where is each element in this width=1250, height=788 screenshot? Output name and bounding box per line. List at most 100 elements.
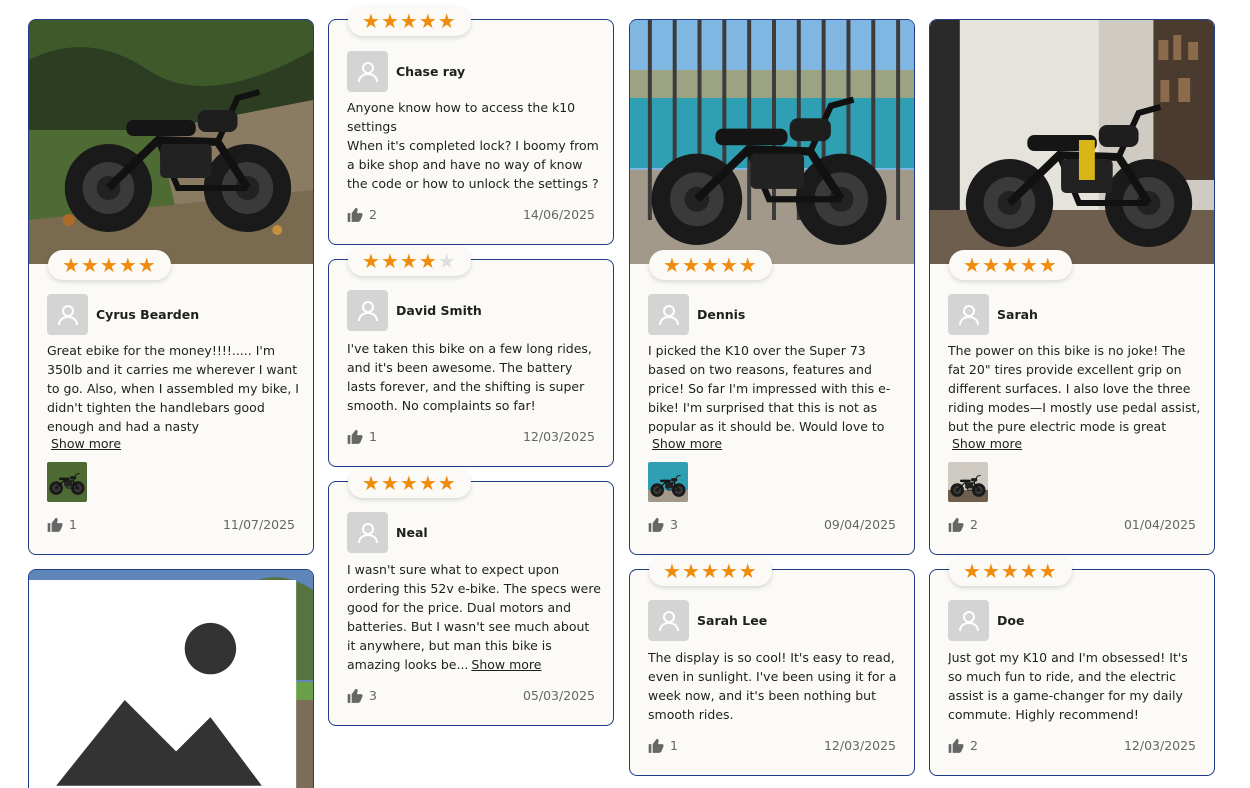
- review-card[interactable]: ★ ★ ★ ★ ★ Cyrus Bearden Great ebike for the …: [28, 19, 314, 555]
- reviewer-name: Dennis: [697, 307, 746, 322]
- review-footer: 2 14/06/2025: [347, 207, 595, 222]
- like-button[interactable]: 3: [347, 688, 377, 703]
- reviewer: Doe: [948, 600, 1024, 641]
- like-button[interactable]: 2: [347, 207, 377, 222]
- star-rating: ★ ★ ★ ★ ★: [949, 556, 1072, 586]
- reviewer-name: Sarah: [997, 307, 1038, 322]
- reviewer: Sarah Lee: [648, 600, 767, 641]
- review-photo[interactable]: [930, 20, 1214, 264]
- review-photo[interactable]: [630, 20, 914, 264]
- like-count: 1: [69, 517, 77, 532]
- star-icon: ★: [380, 471, 400, 495]
- like-count: 3: [369, 688, 377, 703]
- star-icon: ★: [981, 559, 1001, 583]
- review-footer: 1 12/03/2025: [347, 429, 595, 444]
- star-icon: ★: [719, 253, 739, 277]
- thumbs-up-icon: [948, 517, 964, 532]
- star-icon: ★: [681, 253, 701, 277]
- star-icon: ★: [380, 9, 400, 33]
- star-icon: ★: [738, 253, 758, 277]
- review-photo[interactable]: [29, 570, 313, 788]
- review-footer: 3 09/04/2025: [648, 517, 896, 532]
- reviewer: David Smith: [347, 290, 482, 331]
- star-rating: ★ ★ ★ ★ ★: [348, 246, 471, 276]
- like-button[interactable]: 3: [648, 517, 678, 532]
- review-date: 14/06/2025: [522, 207, 595, 222]
- user-icon: [648, 294, 689, 335]
- star-icon: ★: [1038, 559, 1058, 583]
- star-icon: ★: [118, 253, 138, 277]
- like-button[interactable]: 2: [948, 517, 978, 532]
- star-icon: ★: [1000, 253, 1020, 277]
- star-icon: ★: [418, 249, 438, 273]
- user-icon: [347, 51, 388, 92]
- like-button[interactable]: 2: [948, 738, 978, 753]
- thumbs-up-icon: [47, 517, 63, 532]
- thumbs-up-icon: [648, 738, 664, 753]
- star-rating: ★ ★ ★ ★ ★: [949, 250, 1072, 280]
- reviewer-name: David Smith: [396, 303, 482, 318]
- review-text: I've taken this bike on a few long rides…: [347, 341, 592, 413]
- like-button[interactable]: 1: [47, 517, 77, 532]
- review-date: 12/03/2025: [522, 429, 595, 444]
- review-text: Just got my K10 and I'm obsessed! It's s…: [948, 650, 1188, 722]
- like-count: 2: [369, 207, 377, 222]
- review-card[interactable]: ★ ★ ★ ★ ★ Dennis I picked the K10 over the S…: [629, 19, 915, 555]
- review-photo[interactable]: [29, 20, 313, 264]
- star-icon: ★: [362, 471, 381, 495]
- review-text: I wasn't sure what to expect upon orderi…: [347, 560, 601, 674]
- review-card[interactable]: ★ ★ ★ ★ ★ Neal I wasn't sure what to expect …: [328, 468, 614, 726]
- review-card[interactable]: ★ ★ ★ ★ ★ Sarah The power on this bike is no…: [929, 19, 1215, 555]
- thumbs-up-icon: [347, 429, 363, 444]
- show-more-link[interactable]: Show more: [952, 436, 1022, 451]
- show-more-link[interactable]: Show more: [51, 436, 121, 451]
- star-icon: ★: [137, 253, 157, 277]
- review-footer: 1 12/03/2025: [648, 738, 896, 753]
- review-text: Anyone know how to access the k10 settin…: [347, 100, 599, 191]
- review-date: 05/03/2025: [522, 688, 595, 703]
- review-footer: 2 12/03/2025: [948, 738, 1196, 753]
- review-card[interactable]: ★ ★ ★ ★ ★ Chase ray Anyone know how to acces…: [328, 6, 614, 245]
- review-date: 11/07/2025: [222, 517, 295, 532]
- review-photo-thumbnail[interactable]: [648, 462, 688, 502]
- star-icon: ★: [418, 471, 438, 495]
- reviewer-name: Cyrus Bearden: [96, 307, 200, 322]
- review-photo-thumbnail[interactable]: [948, 462, 988, 502]
- star-icon: ★: [663, 253, 682, 277]
- thumbs-up-icon: [347, 207, 363, 222]
- reviewer: Sarah: [948, 294, 1038, 335]
- reviewer-name: Neal: [396, 525, 428, 540]
- review-card[interactable]: ★ ★ ★ ★ ★ Sarah Lee The display is so cool! …: [629, 556, 915, 776]
- like-count: 2: [970, 738, 978, 753]
- star-icon: ★: [62, 253, 81, 277]
- photo-card[interactable]: [28, 569, 314, 788]
- review-card[interactable]: ★ ★ ★ ★ ★ Doe Just got my K10 and I'm obsess…: [929, 556, 1215, 776]
- thumbs-up-icon: [948, 738, 964, 753]
- like-button[interactable]: 1: [347, 429, 377, 444]
- show-more-link[interactable]: Show more: [652, 436, 722, 451]
- star-icon: ★: [1019, 559, 1039, 583]
- review-footer: 3 05/03/2025: [347, 688, 595, 703]
- user-icon: [948, 294, 989, 335]
- show-more-link[interactable]: Show more: [471, 657, 541, 672]
- reviewer-name: Sarah Lee: [697, 613, 768, 628]
- star-rating: ★ ★ ★ ★ ★: [649, 556, 772, 586]
- star-icon: ★: [963, 559, 982, 583]
- like-button[interactable]: 1: [648, 738, 678, 753]
- star-rating: ★ ★ ★ ★ ★: [649, 250, 772, 280]
- star-icon: ★: [1000, 559, 1020, 583]
- star-icon: ★: [738, 559, 758, 583]
- review-date: 09/04/2025: [823, 517, 896, 532]
- review-photo-thumbnail[interactable]: [47, 462, 87, 502]
- like-count: 1: [369, 429, 377, 444]
- review-card[interactable]: ★ ★ ★ ★ ★ David Smith I've taken this bike o…: [328, 246, 614, 467]
- star-icon: ★: [399, 249, 419, 273]
- star-icon: ★: [437, 9, 457, 33]
- thumbs-up-icon: [347, 688, 363, 703]
- star-icon: ★: [700, 559, 720, 583]
- star-icon: ★: [362, 9, 381, 33]
- like-count: 3: [670, 517, 678, 532]
- user-icon: [47, 294, 88, 335]
- star-icon: ★: [719, 559, 739, 583]
- review-date: 01/04/2025: [1123, 517, 1196, 532]
